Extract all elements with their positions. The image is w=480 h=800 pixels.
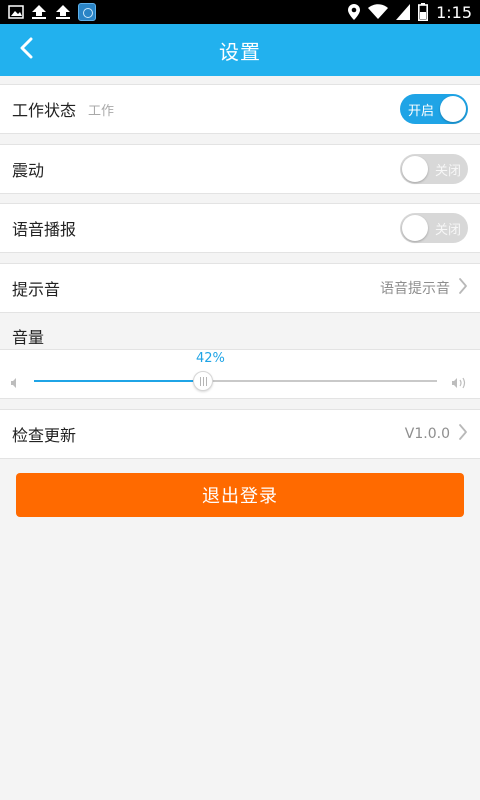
voice-broadcast-toggle[interactable]: 关闭: [400, 213, 468, 243]
check-update-value-group: V1.0.0: [405, 423, 468, 445]
battery-icon: [418, 3, 429, 21]
app-icon: [78, 3, 96, 21]
volume-high-icon: [451, 374, 469, 393]
version-value: V1.0.0: [404, 426, 450, 442]
location-icon: [348, 4, 361, 20]
setting-row-check-update[interactable]: 检查更新 V1.0.0: [0, 409, 480, 459]
volume-slider-track[interactable]: [34, 371, 437, 391]
prompt-tone-value-group: 语音提示音: [380, 277, 468, 299]
volume-low-icon: [10, 374, 20, 393]
app-header: 设置: [0, 24, 480, 76]
volume-percent: 42%: [196, 351, 225, 366]
setting-row-vibrate: 震动 关闭: [0, 144, 480, 194]
prompt-tone-value: 语音提示音: [380, 281, 450, 297]
logout-button[interactable]: 退出登录: [16, 473, 464, 517]
toggle-label: 关闭: [434, 164, 461, 179]
toggle-label: 开启: [408, 104, 435, 119]
check-update-label: 检查更新: [12, 426, 77, 445]
status-time: 1:15: [436, 2, 472, 22]
back-button[interactable]: [10, 34, 42, 66]
setting-row-work-status: 工作状态 工作 开启: [0, 84, 480, 134]
setting-row-voice-broadcast: 语音播报 关闭: [0, 203, 480, 253]
toggle-knob: [402, 156, 428, 182]
toggle-label: 关闭: [434, 223, 461, 238]
work-status-value: 工作: [88, 103, 115, 119]
upload-icon: [54, 4, 72, 20]
signal-icon: [396, 4, 411, 20]
chevron-right-icon: [458, 277, 468, 299]
work-status-control: 开启: [400, 94, 468, 124]
setting-row-prompt-tone[interactable]: 提示音 语音提示音: [0, 263, 480, 313]
volume-slider-fill: [34, 380, 204, 382]
vibrate-label: 震动: [12, 161, 45, 180]
chevron-right-icon: [458, 423, 468, 445]
page-title: 设置: [219, 39, 261, 64]
toggle-knob: [440, 96, 466, 122]
status-bar-system: 1:15: [348, 0, 480, 24]
voice-broadcast-label: 语音播报: [12, 220, 77, 239]
status-bar: 1:15: [0, 0, 480, 24]
work-status-toggle[interactable]: 开启: [400, 94, 468, 124]
volume-slider-row: 42%: [0, 349, 480, 399]
image-icon: [8, 5, 24, 19]
vibrate-toggle[interactable]: 关闭: [400, 154, 468, 184]
volume-slider-thumb[interactable]: [193, 371, 214, 391]
chevron-left-icon: [19, 37, 33, 63]
toggle-knob: [402, 215, 428, 241]
voice-broadcast-control: 关闭: [400, 213, 468, 243]
volume-label: 音量: [12, 328, 45, 347]
prompt-tone-label: 提示音: [12, 280, 61, 299]
wifi-icon: [368, 4, 389, 20]
vibrate-control: 关闭: [400, 154, 468, 184]
status-bar-notifications: [0, 0, 96, 24]
work-status-label: 工作状态: [12, 101, 77, 120]
upload-icon: [30, 4, 48, 20]
